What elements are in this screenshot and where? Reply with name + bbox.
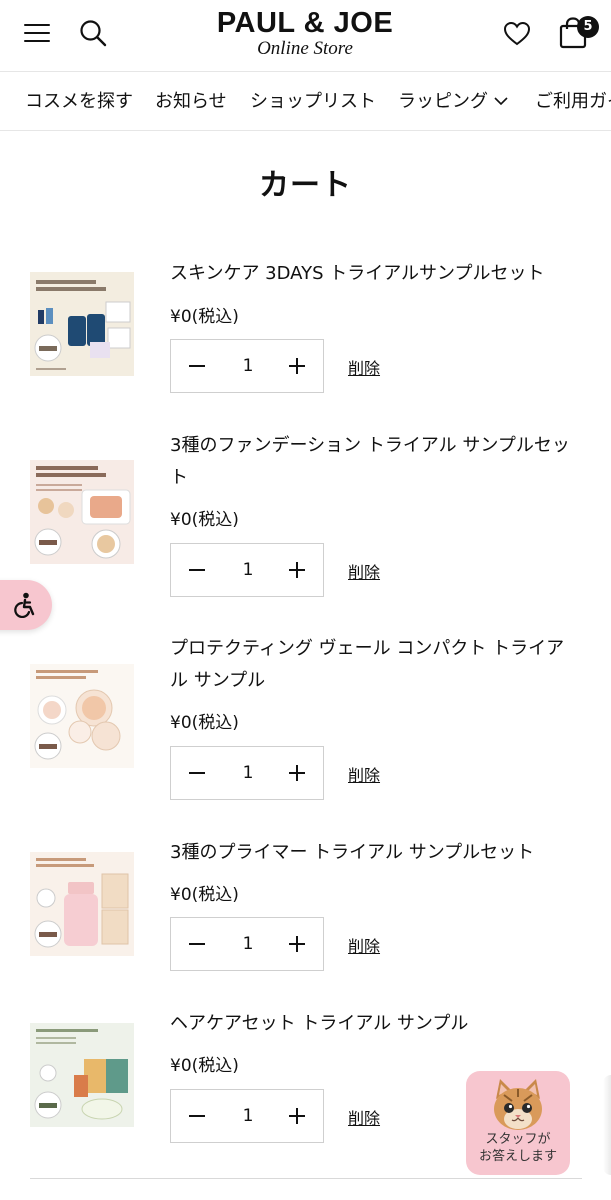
product-thumbnail[interactable] bbox=[30, 272, 134, 376]
product-thumbnail[interactable] bbox=[30, 852, 134, 956]
item-name[interactable]: プロテクティング ヴェール コンパクト トライアル サンプル bbox=[170, 633, 570, 697]
chevron-down-icon bbox=[494, 96, 508, 105]
delete-link[interactable]: 削除 bbox=[348, 762, 380, 786]
chat-label-line1: スタッフが bbox=[485, 1132, 551, 1147]
nav-item-guide[interactable]: ご利用ガイド bbox=[535, 72, 611, 130]
delete-link[interactable]: 削除 bbox=[348, 1105, 380, 1129]
cart-page: PAUL & JOE Online Store 5 コスメを探す お知らせ ショ… bbox=[0, 0, 611, 1200]
product-thumbnail[interactable] bbox=[30, 460, 134, 564]
item-name[interactable]: 3種のファンデーション トライアル サンプルセット bbox=[170, 430, 570, 494]
quantity-value[interactable]: 1 bbox=[223, 544, 273, 596]
increase-quantity-button[interactable] bbox=[271, 340, 323, 392]
quantity-stepper: 1 bbox=[170, 917, 324, 971]
quantity-stepper: 1 bbox=[170, 1089, 324, 1143]
logo-sub-text: Online Store bbox=[257, 38, 353, 59]
quantity-value[interactable]: 1 bbox=[223, 918, 273, 970]
increase-quantity-button[interactable] bbox=[271, 918, 323, 970]
item-name[interactable]: ヘアケアセット トライアル サンプル bbox=[170, 1008, 570, 1040]
decrease-quantity-button[interactable] bbox=[171, 544, 223, 596]
delete-link[interactable]: 削除 bbox=[348, 933, 380, 957]
page-title: カート bbox=[259, 168, 352, 203]
nav-item-shop-list[interactable]: ショップリスト bbox=[250, 72, 376, 130]
search-icon[interactable] bbox=[78, 18, 108, 48]
product-thumbnail[interactable] bbox=[30, 1023, 134, 1127]
decrease-quantity-button[interactable] bbox=[171, 747, 223, 799]
increase-quantity-button[interactable] bbox=[271, 1090, 323, 1142]
product-thumbnail[interactable] bbox=[30, 664, 134, 768]
cart-count-badge: 5 bbox=[577, 16, 599, 38]
increase-quantity-button[interactable] bbox=[271, 544, 323, 596]
item-price: ¥0(税込) bbox=[170, 885, 239, 905]
menu-icon[interactable] bbox=[24, 22, 50, 44]
nav-item-news[interactable]: お知らせ bbox=[155, 72, 227, 130]
cat-avatar-icon bbox=[494, 1079, 542, 1130]
decrease-quantity-button[interactable] bbox=[171, 1090, 223, 1142]
decrease-quantity-button[interactable] bbox=[171, 340, 223, 392]
category-nav: コスメを探す お知らせ ショップリスト ラッピング ご利用ガイド bbox=[0, 72, 611, 131]
decrease-quantity-button[interactable] bbox=[171, 918, 223, 970]
item-price: ¥0(税込) bbox=[170, 510, 239, 530]
item-price: ¥0(税込) bbox=[170, 713, 239, 733]
quantity-stepper: 1 bbox=[170, 543, 324, 597]
nav-item-wrapping[interactable]: ラッピング bbox=[398, 72, 508, 130]
quantity-stepper: 1 bbox=[170, 746, 324, 800]
delete-link[interactable]: 削除 bbox=[348, 559, 380, 583]
chat-widget-label: スタッフが お答えします bbox=[466, 1131, 570, 1165]
increase-quantity-button[interactable] bbox=[271, 747, 323, 799]
item-name[interactable]: 3種のプライマー トライアル サンプルセット bbox=[170, 837, 570, 869]
quantity-value[interactable]: 1 bbox=[223, 747, 273, 799]
accessibility-icon bbox=[14, 592, 35, 618]
quantity-value[interactable]: 1 bbox=[223, 340, 273, 392]
item-price: ¥0(税込) bbox=[170, 1056, 239, 1076]
divider bbox=[30, 1178, 582, 1179]
accessibility-button[interactable] bbox=[0, 580, 52, 630]
quantity-stepper: 1 bbox=[170, 339, 324, 393]
item-price: ¥0(税込) bbox=[170, 307, 239, 327]
item-name[interactable]: スキンケア 3DAYS トライアルサンプルセット bbox=[170, 258, 570, 290]
site-header: PAUL & JOE Online Store 5 bbox=[0, 0, 611, 72]
delete-link[interactable]: 削除 bbox=[348, 355, 380, 379]
quantity-value[interactable]: 1 bbox=[223, 1090, 273, 1142]
side-panel-edge bbox=[603, 1075, 611, 1175]
nav-item-find-cosmetics[interactable]: コスメを探す bbox=[25, 72, 133, 130]
staff-chat-widget[interactable]: スタッフが お答えします bbox=[466, 1071, 570, 1175]
nav-item-wrapping-label: ラッピング bbox=[398, 91, 488, 112]
logo-main-text: PAUL & JOE bbox=[216, 7, 394, 39]
heart-icon[interactable] bbox=[503, 20, 531, 48]
chat-label-line2: お答えします bbox=[478, 1149, 557, 1164]
brand-logo[interactable]: PAUL & JOE Online Store bbox=[205, 6, 405, 66]
